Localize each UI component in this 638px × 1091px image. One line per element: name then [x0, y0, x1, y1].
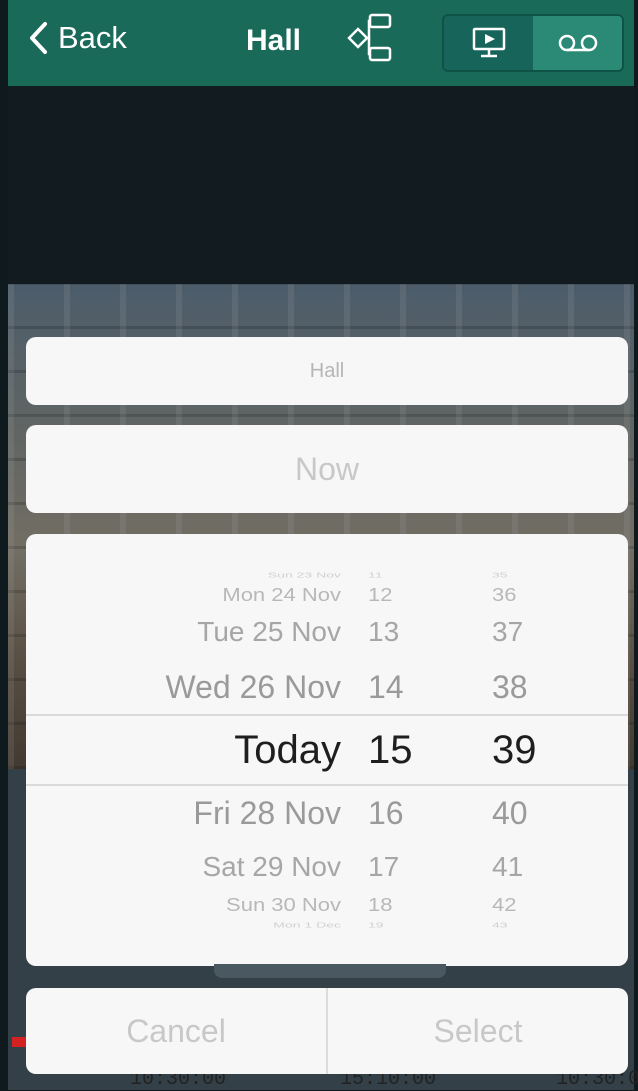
picker-date: Fri 28 Nov [193, 794, 341, 831]
camera-name-header: Hall [26, 337, 628, 405]
live-view-segment[interactable] [444, 16, 533, 70]
picker-hour: 11 [368, 570, 383, 579]
playback-segment[interactable] [533, 16, 622, 70]
now-label: Now [294, 450, 359, 487]
picker-minute: 43 [492, 920, 508, 929]
picker-hour: 16 [368, 794, 404, 831]
picker-hour: 13 [368, 616, 400, 648]
camera-name-label: Hall [309, 359, 345, 382]
date-time-picker[interactable]: Sun 23 Nov 11 35 Mon 24 Nov 12 36 Tue 25 Nov 13… [26, 534, 628, 966]
monitor-icon [472, 27, 505, 58]
picker-hour: 15 [368, 728, 413, 772]
back-button[interactable]: Back [28, 20, 127, 56]
picker-minute: 42 [492, 893, 517, 916]
picker-date: Sat 29 Nov [202, 851, 341, 883]
picker-row-selected[interactable]: Today 15 39 [26, 726, 628, 774]
voicemail-icon [558, 34, 597, 52]
picker-row[interactable]: Fri 28 Nov 16 40 [26, 794, 628, 832]
select-label: Select [433, 1012, 523, 1049]
picker-date: Tue 25 Nov [197, 616, 341, 648]
view-mode-segmented-control [442, 14, 624, 72]
now-button[interactable]: Now [26, 425, 628, 513]
picker-hour: 18 [368, 893, 393, 916]
picker-minute: 41 [492, 851, 524, 883]
selection-line-bottom [26, 784, 628, 786]
hierarchy-icon[interactable] [344, 12, 396, 69]
picker-row[interactable]: Sat 29 Nov 17 41 [26, 850, 628, 884]
picker-row[interactable]: Sun 30 Nov 18 42 [26, 894, 628, 916]
picker-minute: 40 [492, 794, 528, 831]
cancel-button[interactable]: Cancel [26, 988, 326, 1074]
picker-date: Wed 26 Nov [165, 668, 342, 705]
back-label: Back [58, 20, 127, 55]
picker-hour: 17 [368, 851, 400, 883]
picker-minute: 38 [492, 668, 528, 705]
picker-date: Sun 23 Nov [267, 570, 341, 579]
picker-minute: 37 [492, 616, 524, 648]
picker-minute: 35 [492, 570, 508, 579]
picker-date: Sun 30 Nov [226, 893, 341, 916]
picker-row[interactable]: Tue 25 Nov 13 37 [26, 615, 628, 649]
video-header-area [8, 86, 634, 284]
selection-line-top [26, 714, 628, 716]
picker-date: Mon 1 Dec [273, 920, 341, 929]
timeline-drag-handle[interactable] [214, 964, 446, 978]
picker-row[interactable]: Wed 26 Nov 14 38 [26, 668, 628, 706]
picker-date: Mon 24 Nov [222, 583, 341, 606]
picker-row[interactable]: Mon 24 Nov 12 36 [26, 584, 628, 606]
page-title: Hall [246, 24, 302, 57]
select-button[interactable]: Select [328, 988, 628, 1074]
picker-row[interactable]: Mon 1 Dec 19 43 [26, 921, 628, 929]
picker-hour: 14 [368, 668, 404, 705]
picker-hour: 12 [368, 583, 393, 606]
cancel-label: Cancel [126, 1012, 226, 1049]
picker-date: Today [234, 728, 341, 772]
chevron-left-icon [30, 22, 47, 54]
picker-minute: 36 [492, 583, 517, 606]
picker-minute: 39 [492, 728, 537, 772]
action-bar: Cancel Select [26, 988, 628, 1074]
navigation-bar: Back Hall [8, 0, 634, 86]
picker-row[interactable]: Sun 23 Nov 11 35 [26, 571, 628, 579]
picker-hour: 19 [368, 920, 384, 929]
